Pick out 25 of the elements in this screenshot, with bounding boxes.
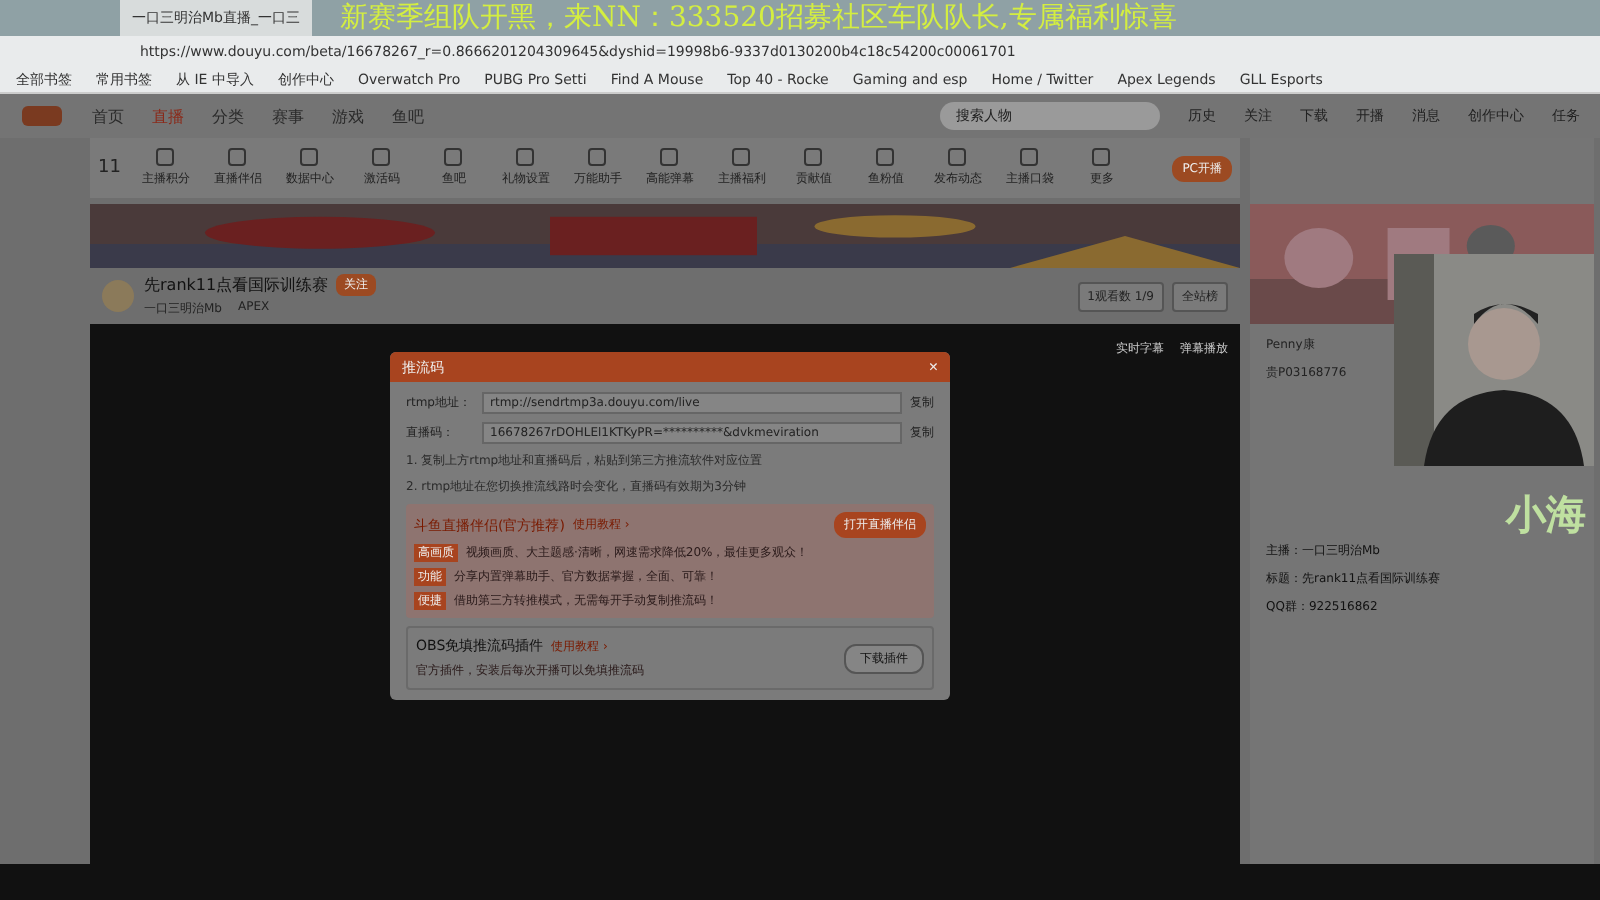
tool-icon[interactable] [660,148,679,166]
nav-link[interactable]: 鱼吧 [392,105,424,127]
tool-icon[interactable] [1092,148,1111,166]
tool-icon[interactable] [732,148,751,166]
tool-icon[interactable] [156,148,175,166]
tool-icon[interactable] [876,148,895,166]
tool-icon[interactable] [228,148,247,166]
tool-icon[interactable] [516,148,535,166]
overlay-caption: 小海 [1506,488,1586,542]
tool-icon[interactable] [948,148,967,166]
nav-link[interactable]: 游戏 [332,105,364,127]
nav-link[interactable]: 首页 [92,105,124,127]
close-button[interactable]: × [928,358,938,376]
room-title: 先rank11点看国际训练赛 [144,274,329,296]
nav-link[interactable]: 赛事 [272,105,304,127]
tool-icon[interactable] [804,148,823,166]
tool-icon[interactable] [372,148,391,166]
score: 11 [98,158,121,178]
logo-icon[interactable] [20,104,64,128]
nav-link[interactable]: 分类 [212,105,244,127]
tool-icon[interactable] [1020,148,1039,166]
tool-icon[interactable] [444,148,463,166]
tool-icon[interactable] [588,148,607,166]
tool-icon[interactable] [300,148,319,166]
overlay-caption: 新赛季组队开黑，来NN：333520招募社区车队队长,专属福利惊喜 [339,0,1177,36]
